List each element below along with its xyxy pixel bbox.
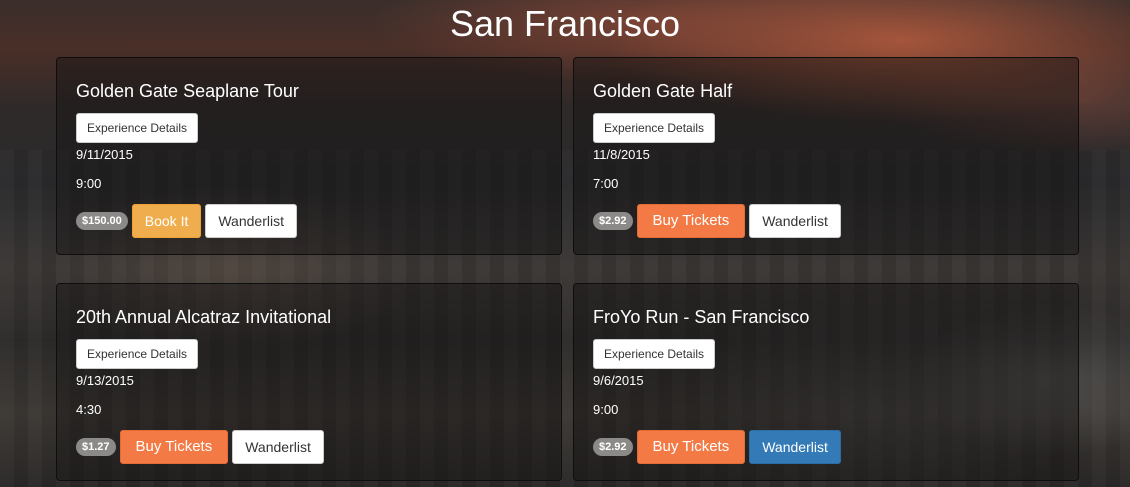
- event-title: Golden Gate Seaplane Tour: [76, 81, 299, 101]
- event-date: 11/8/2015: [593, 147, 650, 162]
- event-title: FroYo Run - San Francisco: [593, 307, 810, 327]
- price-badge: $2.92: [593, 212, 633, 230]
- event-title: Golden Gate Half: [593, 81, 733, 101]
- price-badge: $2.92: [593, 438, 633, 456]
- wanderlist-button[interactable]: Wanderlist: [749, 204, 841, 238]
- event-card: Golden Gate Seaplane Tour Experience Det…: [56, 57, 562, 255]
- event-date: 9/11/2015: [76, 147, 133, 162]
- price-badge: $1.27: [76, 438, 116, 456]
- event-actions: $2.92 Buy Tickets Wanderlist: [593, 204, 845, 238]
- event-actions: $150.00 Book It Wanderlist: [76, 204, 301, 238]
- event-date: 9/6/2015: [593, 373, 644, 388]
- event-time: 9:00: [76, 176, 102, 191]
- page-title: San Francisco: [449, 3, 681, 44]
- experience-details-button[interactable]: Experience Details: [593, 113, 716, 143]
- wanderlist-button[interactable]: Wanderlist: [749, 430, 841, 464]
- event-time: 9:00: [593, 402, 619, 417]
- event-time: 7:00: [593, 176, 619, 191]
- buy-tickets-button[interactable]: Buy Tickets: [119, 430, 229, 464]
- event-title: 20th Annual Alcatraz Invitational: [76, 307, 332, 327]
- buy-tickets-button[interactable]: Buy Tickets: [636, 204, 746, 238]
- event-time: 4:30: [76, 402, 102, 417]
- wanderlist-button[interactable]: Wanderlist: [232, 430, 324, 464]
- event-actions: $1.27 Buy Tickets Wanderlist: [76, 430, 328, 464]
- buy-tickets-button[interactable]: Buy Tickets: [636, 430, 746, 464]
- price-badge: $150.00: [76, 212, 128, 230]
- event-card: FroYo Run - San Francisco Experience Det…: [573, 283, 1079, 481]
- event-card: 20th Annual Alcatraz Invitational Experi…: [56, 283, 562, 481]
- event-date: 9/13/2015: [76, 373, 134, 388]
- experience-details-button[interactable]: Experience Details: [76, 339, 199, 369]
- wanderlist-button[interactable]: Wanderlist: [205, 204, 297, 238]
- event-actions: $2.92 Buy Tickets Wanderlist: [593, 430, 845, 464]
- experience-details-button[interactable]: Experience Details: [76, 113, 199, 143]
- experience-details-button[interactable]: Experience Details: [593, 339, 716, 369]
- event-card: Golden Gate Half Experience Details 11/8…: [573, 57, 1079, 255]
- book-it-button[interactable]: Book It: [131, 204, 202, 238]
